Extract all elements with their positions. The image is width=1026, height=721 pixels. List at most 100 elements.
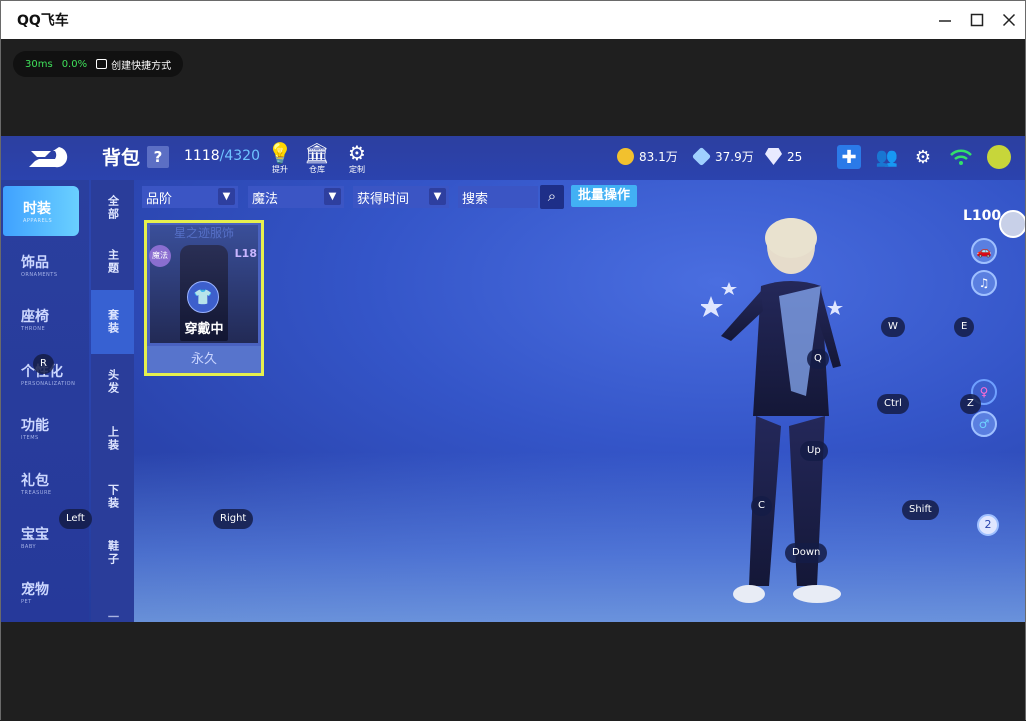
sidebar-item-pet[interactable]: 宠物 PET [1, 579, 89, 622]
shirt-icon: 👕 [187, 281, 219, 313]
tab-hair[interactable]: 头发 [91, 356, 134, 408]
batch-operation-button[interactable]: 批量操作 [571, 185, 638, 207]
grade-filter-value: 品阶 [146, 191, 173, 207]
game-logo-icon[interactable] [25, 145, 69, 171]
sidebar-item-apparels[interactable]: 时装 APPARELS [3, 186, 79, 236]
category-sidebar: 时装 APPARELS 饰品 ORNAMENTS 座椅 THRONE 个性化 P… [1, 180, 89, 622]
item-duration: 永久 [147, 346, 261, 373]
coin-balance[interactable]: 83.1万 [617, 148, 678, 165]
add-button[interactable]: ✚ [837, 145, 861, 169]
tab-theme[interactable]: 主题 [91, 236, 134, 288]
music-icon[interactable]: ♫ [971, 270, 997, 296]
keyhint-c: C [751, 496, 772, 516]
capacity: 1118/4320 [184, 148, 260, 164]
shortcut-icon [96, 59, 108, 69]
search-input[interactable]: 搜索 [458, 186, 538, 208]
keyhint-down: Down [785, 543, 828, 563]
outfit-count-badge[interactable]: 2 [977, 514, 999, 536]
create-shortcut-button[interactable]: 创建快捷方式 [96, 57, 171, 72]
item-card[interactable]: 星之迹服饰 魔法 L18 👕 穿戴中 永久 [144, 220, 264, 376]
warehouse-label: 仓库 [309, 165, 325, 174]
upgrade-button[interactable]: 💡 提升 [265, 142, 295, 175]
wearing-status: 穿戴中 [184, 322, 224, 337]
sidebar-item-items[interactable]: 功能 ITEMS [1, 415, 89, 465]
type-filter-value: 魔法 [252, 191, 279, 207]
item-level: L18 [234, 247, 257, 260]
latency-value: 30ms [25, 58, 53, 70]
sidebar-item-label: 礼包 [21, 473, 49, 489]
plus-icon: ✚ [841, 146, 857, 168]
warehouse-icon: 🏛 [304, 141, 330, 165]
avatar[interactable] [987, 145, 1011, 169]
warehouse-button[interactable]: 🏛 仓库 [302, 142, 332, 175]
game-viewport[interactable]: 背包 ? 1118/4320 💡 提升 🏛 仓库 ⚙ 定制 83.1万 37.9… [1, 136, 1025, 622]
settings-button[interactable]: ⚙ [911, 145, 935, 169]
upgrade-label: 提升 [272, 165, 288, 174]
sidebar-item-sublabel: ITEMS [21, 435, 39, 441]
sidebar-item-sublabel: ORNAMENTS [21, 272, 58, 278]
sidebar-item-throne[interactable]: 座椅 THRONE [1, 306, 89, 356]
search-placeholder: 搜索 [462, 191, 489, 207]
magic-badge: 魔法 [149, 245, 171, 267]
close-button[interactable] [993, 1, 1025, 39]
capacity-used: 1118 [184, 148, 220, 164]
sidebar-item-sublabel: APPARELS [23, 218, 53, 224]
keyhint-w: W [881, 317, 905, 337]
chevron-down-icon: ▼ [324, 188, 341, 205]
grade-filter[interactable]: 品阶 ▼ [142, 186, 238, 208]
minimize-button[interactable] [929, 1, 961, 39]
wifi-status [949, 145, 973, 169]
keyhint-r: R [33, 354, 54, 374]
car-icon[interactable]: 🚗 [971, 238, 997, 264]
sidebar-item-sublabel: BABY [21, 544, 37, 550]
maximize-icon [970, 13, 984, 27]
sidebar-item-label: 宠物 [21, 582, 49, 598]
search-icon: ⌕ [547, 187, 557, 205]
keyhint-shift: Shift [902, 500, 939, 520]
sort-filter-value: 获得时间 [357, 191, 410, 207]
type-filter[interactable]: 魔法 ▼ [248, 186, 344, 208]
coin-icon [617, 148, 634, 165]
tab-suit[interactable]: 套装 [91, 290, 134, 354]
item-name: 星之迹服饰 [173, 226, 234, 240]
sidebar-item-label: 饰品 [21, 255, 49, 271]
male-icon[interactable]: ♂ [971, 411, 997, 437]
tab-more[interactable]: 一 [91, 582, 134, 623]
tab-shoes[interactable]: 鞋子 [91, 526, 134, 580]
voucher-balance[interactable]: 37.9万 [691, 146, 754, 167]
tab-bottom[interactable]: 下装 [91, 468, 134, 526]
packet-loss-value: 0.0% [61, 58, 88, 70]
keyhint-z: Z [960, 394, 981, 414]
minimize-icon [939, 20, 951, 22]
friends-button[interactable]: 👥 [875, 145, 899, 169]
diamond-balance[interactable]: 25 [765, 148, 802, 165]
custom-icon: ⚙ [348, 141, 366, 165]
sidebar-item-baby[interactable]: 宝宝 BABY [1, 524, 89, 574]
maximize-button[interactable] [961, 1, 993, 39]
sidebar-item-sublabel: THRONE [21, 326, 46, 332]
tab-top[interactable]: 上装 [91, 410, 134, 468]
voucher-value: 37.9万 [715, 150, 754, 164]
voucher-icon [691, 146, 712, 167]
coin-value: 83.1万 [639, 150, 678, 164]
chevron-down-icon: ▼ [429, 188, 446, 205]
page-title: 背包 [102, 147, 141, 169]
custom-label: 定制 [349, 165, 365, 174]
sort-filter[interactable]: 获得时间 ▼ [353, 186, 449, 208]
friends-icon: 👥 [875, 146, 899, 168]
chevron-down-icon: ▼ [218, 188, 235, 205]
keyhint-right: Right [213, 509, 254, 529]
custom-button[interactable]: ⚙ 定制 [342, 142, 372, 175]
capacity-max: /4320 [219, 148, 260, 164]
sidebar-item-label: 座椅 [21, 309, 49, 325]
tab-all[interactable]: 全部 [91, 182, 134, 234]
hexagon-icon[interactable] [999, 210, 1025, 238]
sidebar-item-label: 时装 [23, 201, 51, 217]
keyhint-left: Left [59, 509, 92, 529]
sidebar-item-sublabel: PERSONALIZATION [21, 381, 76, 387]
diamond-value: 25 [787, 149, 803, 164]
help-button[interactable]: ? [147, 146, 169, 168]
sidebar-item-ornaments[interactable]: 饰品 ORNAMENTS [1, 252, 89, 302]
search-button[interactable]: ⌕ [540, 185, 564, 209]
sidebar-item-sublabel: TREASURE [21, 490, 52, 496]
